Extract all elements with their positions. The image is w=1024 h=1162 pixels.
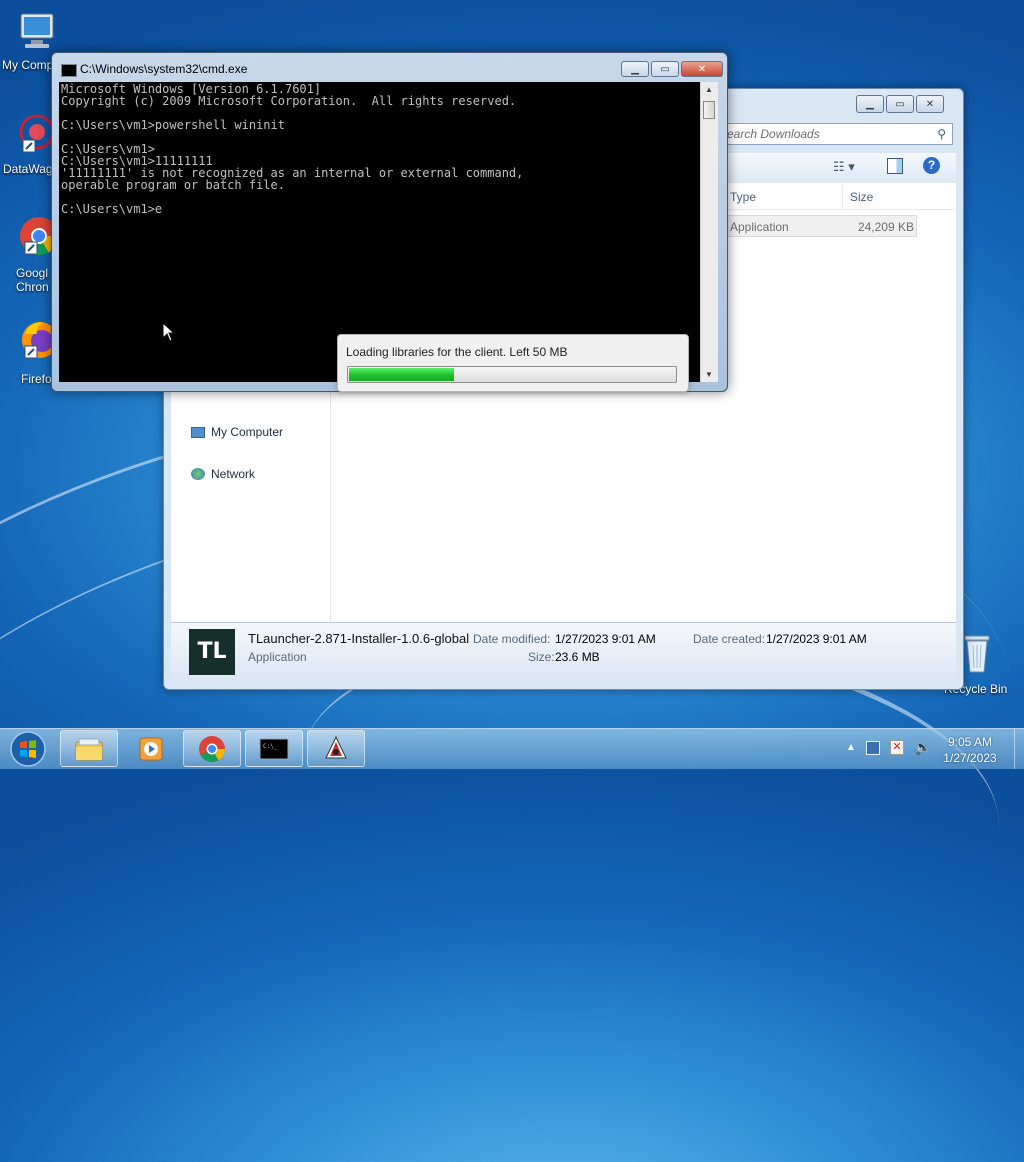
scroll-down-icon[interactable]: ▼ (705, 370, 713, 379)
cmd-icon (61, 64, 77, 77)
system-clock[interactable]: 9:05 AM 1/27/2023 (930, 734, 1010, 766)
minimize-button[interactable]: ▁ (621, 61, 649, 77)
close-button[interactable]: ✕ (916, 95, 944, 113)
progress-bar-fill (349, 368, 454, 381)
taskbar-cmd-button[interactable]: C:\_ (245, 730, 303, 767)
details-date-modified-label: Date modified: (473, 632, 551, 646)
cmd-window-controls: ▁ ▭ ✕ (621, 61, 723, 77)
close-icon: ✕ (697, 63, 707, 75)
close-icon: ✕ (925, 98, 935, 110)
maximize-icon: ▭ (895, 98, 905, 110)
scroll-up-icon[interactable]: ▲ (705, 85, 713, 94)
taskbar-explorer-button[interactable] (60, 730, 118, 767)
desktop-icon-my-computer[interactable]: My Comp (2, 10, 72, 72)
computer-icon (15, 10, 59, 54)
progress-bar (347, 366, 677, 383)
search-icon[interactable]: ⚲ (937, 127, 946, 141)
explorer-icon (75, 738, 103, 760)
nav-item-label: Network (211, 467, 256, 481)
loading-dialog: Loading libraries for the client. Left 5… (337, 334, 689, 392)
scrollbar-thumb[interactable] (703, 101, 715, 119)
nav-item-my-computer[interactable]: My Computer (191, 425, 283, 439)
windows-logo-icon (10, 731, 46, 767)
chrome-icon (199, 735, 226, 762)
file-type: Application (730, 220, 789, 234)
svg-text:C:\_: C:\_ (263, 743, 278, 750)
java-icon (325, 735, 347, 758)
maximize-button[interactable]: ▭ (886, 95, 914, 113)
maximize-button[interactable]: ▭ (651, 61, 679, 77)
view-options-icon[interactable]: ☷ ▾ (833, 159, 855, 175)
taskbar-java-button[interactable] (307, 730, 365, 767)
nav-item-network[interactable]: Network (191, 467, 255, 481)
details-size-label: Size: (528, 650, 555, 664)
desktop-icon-label: Googl Chron (16, 266, 49, 294)
preview-pane-icon[interactable] (887, 158, 903, 174)
details-date-created-label: Date created: (693, 632, 766, 646)
column-divider (842, 185, 843, 209)
file-size: 24,209 KB (857, 220, 914, 234)
column-header-size[interactable]: Size (850, 190, 873, 204)
column-header-type[interactable]: Type (730, 190, 756, 204)
minimize-button[interactable]: ▁ (856, 95, 884, 113)
show-hidden-icons-icon[interactable]: ▲ (846, 742, 856, 753)
clock-date: 1/27/2023 (943, 751, 997, 765)
details-size: 23.6 MB (555, 650, 600, 664)
network-icon (191, 468, 205, 480)
taskbar-chrome-button[interactable] (183, 730, 241, 767)
minimize-icon: ▁ (866, 98, 874, 110)
vertical-scrollbar[interactable]: ▲ ▼ (700, 82, 718, 382)
cmd-icon: C:\_ (259, 738, 289, 759)
taskbar-media-player-button[interactable] (122, 730, 180, 767)
search-placeholder: earch Downloads (727, 127, 820, 141)
loading-message: Loading libraries for the client. Left 5… (346, 345, 568, 359)
volume-icon[interactable]: 🔈 (914, 739, 931, 756)
start-button[interactable] (5, 731, 51, 767)
show-desktop-button[interactable] (1014, 729, 1024, 769)
minimize-icon: ▁ (631, 63, 639, 75)
details-date-modified: 1/27/2023 9:01 AM (555, 632, 656, 646)
computer-icon (191, 426, 205, 438)
file-row[interactable]: Application 24,209 KB (724, 215, 917, 237)
explorer-window-controls: ▁ ▭ ✕ (856, 95, 944, 113)
clock-time: 9:05 AM (947, 735, 993, 749)
close-button[interactable]: ✕ (681, 61, 723, 77)
media-player-icon (139, 737, 163, 760)
column-headers: Type Size (724, 185, 954, 210)
action-center-icon[interactable]: ✕ (890, 740, 904, 755)
maximize-icon: ▭ (660, 63, 670, 75)
details-date-created: 1/27/2023 9:01 AM (766, 632, 867, 646)
details-kind: Application (248, 650, 307, 664)
cmd-window-title: C:\Windows\system32\cmd.exe (80, 62, 248, 76)
details-pane: TL TLauncher-2.871-Installer-1.0.6-globa… (171, 622, 956, 681)
taskbar: C:\_ ▲ ✕ 🔈 9:05 AM 1/27/2023 (0, 728, 1024, 769)
console-text: Microsoft Windows [Version 6.1.7601] Cop… (61, 82, 524, 216)
tlauncher-icon: TL (189, 629, 235, 675)
mouse-cursor-icon (162, 322, 176, 342)
nav-item-label: My Computer (211, 425, 284, 439)
navigation-pane: Videos My Computer Network (171, 381, 331, 623)
details-filename: TLauncher-2.871-Installer-1.0.6-global (248, 631, 470, 646)
tlauncher-icon-text: TL (197, 639, 227, 664)
network-status-icon[interactable] (866, 741, 880, 755)
search-input[interactable]: earch Downloads ⚲ (724, 123, 953, 145)
help-icon[interactable]: ? (923, 157, 940, 174)
